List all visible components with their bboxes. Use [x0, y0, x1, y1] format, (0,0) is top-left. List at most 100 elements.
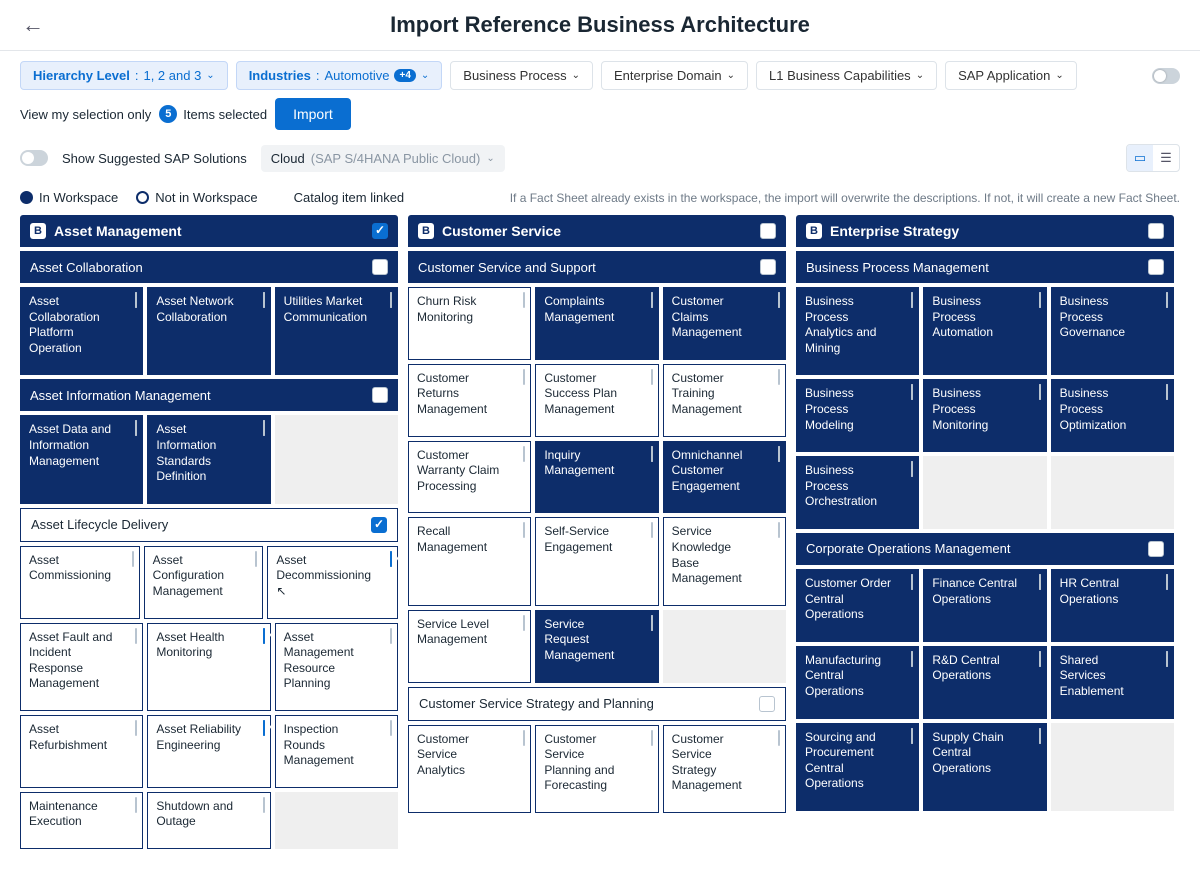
checkbox[interactable] [778, 522, 780, 538]
capability-card[interactable]: Business Process Optimization [1051, 379, 1174, 452]
import-button[interactable]: Import [275, 98, 351, 130]
checkbox[interactable] [1166, 292, 1168, 308]
column-header[interactable]: B Asset Management [20, 215, 398, 247]
capability-card[interactable]: Asset Decommissioning ↖ [267, 546, 398, 619]
group-header[interactable]: Corporate Operations Management [796, 533, 1174, 565]
card-view-button[interactable]: ▭ [1127, 145, 1153, 171]
capability-card[interactable]: Shutdown and Outage [147, 792, 270, 849]
capability-card[interactable]: Inquiry Management [535, 441, 658, 514]
industries-filter[interactable]: Industries: Automotive +4 ⌄ [236, 61, 443, 90]
checkbox[interactable] [651, 522, 653, 538]
checkbox[interactable] [132, 551, 134, 567]
capability-card[interactable]: Business Process Governance [1051, 287, 1174, 375]
checkbox[interactable] [759, 696, 775, 712]
checkbox[interactable] [263, 420, 265, 436]
checkbox[interactable] [523, 522, 525, 538]
capability-card[interactable]: Utilities Market Communication [275, 287, 398, 375]
checkbox[interactable] [135, 720, 137, 736]
checkbox[interactable] [1166, 384, 1168, 400]
checkbox[interactable] [1039, 728, 1041, 744]
group-header[interactable]: Asset Collaboration [20, 251, 398, 283]
capability-card[interactable]: Customer Returns Management [408, 364, 531, 437]
checkbox[interactable] [135, 628, 137, 644]
capability-card[interactable]: Manufacturing Central Operations [796, 646, 919, 719]
capability-card[interactable]: R&D Central Operations [923, 646, 1046, 719]
checkbox[interactable] [263, 720, 265, 736]
checkbox[interactable] [390, 628, 392, 644]
checkbox[interactable] [390, 551, 392, 567]
checkbox[interactable] [1148, 259, 1164, 275]
checkbox[interactable] [778, 369, 780, 385]
checkbox[interactable] [911, 292, 913, 308]
capability-card[interactable]: Maintenance Execution [20, 792, 143, 849]
capability-card[interactable]: Complaints Management [535, 287, 658, 360]
capability-card[interactable]: Asset Fault and Incident Response Manage… [20, 623, 143, 711]
group-header[interactable]: Asset Lifecycle Delivery [20, 508, 398, 542]
group-header[interactable]: Business Process Management [796, 251, 1174, 283]
capability-card[interactable]: Customer Service Strategy Management [663, 725, 786, 813]
capability-card[interactable]: Asset Information Standards Definition [147, 415, 270, 503]
capability-card[interactable]: Customer Claims Management [663, 287, 786, 360]
checkbox[interactable] [135, 292, 137, 308]
checkbox[interactable] [135, 797, 137, 813]
capability-card[interactable]: Business Process Orchestration [796, 456, 919, 529]
checkbox[interactable] [390, 720, 392, 736]
checkbox[interactable] [651, 369, 653, 385]
group-header[interactable]: Asset Information Management [20, 379, 398, 411]
checkbox[interactable] [1039, 292, 1041, 308]
capability-card[interactable]: Service Level Management [408, 610, 531, 683]
checkbox[interactable] [651, 446, 653, 462]
checkbox[interactable] [778, 292, 780, 308]
enterprise-domain-filter[interactable]: Enterprise Domain⌄ [601, 61, 748, 90]
capability-card[interactable]: Customer Service Planning and Forecastin… [535, 725, 658, 813]
checkbox[interactable] [263, 292, 265, 308]
hierarchy-level-filter[interactable]: Hierarchy Level: 1, 2 and 3 ⌄ [20, 61, 228, 90]
capability-card[interactable]: Asset Data and Information Management [20, 415, 143, 503]
list-view-button[interactable]: ☰ [1153, 145, 1179, 171]
cloud-select[interactable]: Cloud (SAP S/4HANA Public Cloud) ⌄ [261, 145, 505, 172]
capability-card[interactable]: Asset Management Resource Planning [275, 623, 398, 711]
l1-capabilities-filter[interactable]: L1 Business Capabilities⌄ [756, 61, 937, 90]
sap-application-filter[interactable]: SAP Application⌄ [945, 61, 1077, 90]
checkbox[interactable] [523, 730, 525, 746]
checkbox[interactable] [651, 730, 653, 746]
capability-card[interactable]: Asset Configuration Management [144, 546, 264, 619]
capability-card[interactable]: Business Process Automation [923, 287, 1046, 375]
checkbox[interactable] [778, 730, 780, 746]
capability-card[interactable]: Sourcing and Procurement Central Operati… [796, 723, 919, 811]
capability-card[interactable]: HR Central Operations [1051, 569, 1174, 642]
column-header[interactable]: B Customer Service [408, 215, 786, 247]
checkbox[interactable] [523, 446, 525, 462]
checkbox[interactable] [1039, 574, 1041, 590]
capability-card[interactable]: Churn Risk Monitoring [408, 287, 531, 360]
checkbox[interactable] [911, 461, 913, 477]
checkbox[interactable] [911, 384, 913, 400]
group-header[interactable]: Customer Service Strategy and Planning [408, 687, 786, 721]
capability-card[interactable]: Asset Commissioning [20, 546, 140, 619]
capability-card[interactable]: Self-Service Engagement [535, 517, 658, 605]
capability-card[interactable]: Supply Chain Central Operations [923, 723, 1046, 811]
capability-card[interactable]: Finance Central Operations [923, 569, 1046, 642]
capability-card[interactable]: Shared Services Enablement [1051, 646, 1174, 719]
checkbox[interactable] [651, 615, 653, 631]
checkbox[interactable] [1148, 223, 1164, 239]
capability-card[interactable]: Business Process Modeling [796, 379, 919, 452]
capability-card[interactable]: Customer Training Management [663, 364, 786, 437]
checkbox[interactable] [1039, 384, 1041, 400]
capability-card[interactable]: Inspection Rounds Management [275, 715, 398, 788]
checkbox[interactable] [1039, 651, 1041, 667]
column-header[interactable]: B Enterprise Strategy [796, 215, 1174, 247]
capability-card[interactable]: Customer Warranty Claim Processing [408, 441, 531, 514]
capability-card[interactable]: Asset Collaboration Platform Operation [20, 287, 143, 375]
checkbox[interactable] [760, 259, 776, 275]
checkbox[interactable] [135, 420, 137, 436]
checkbox[interactable] [1166, 574, 1168, 590]
checkbox[interactable] [372, 387, 388, 403]
capability-card[interactable]: Business Process Monitoring [923, 379, 1046, 452]
view-selection-toggle[interactable] [1152, 68, 1180, 84]
checkbox[interactable] [255, 551, 257, 567]
checkbox[interactable] [1148, 541, 1164, 557]
group-header[interactable]: Customer Service and Support [408, 251, 786, 283]
checkbox[interactable] [371, 517, 387, 533]
checkbox[interactable] [911, 728, 913, 744]
